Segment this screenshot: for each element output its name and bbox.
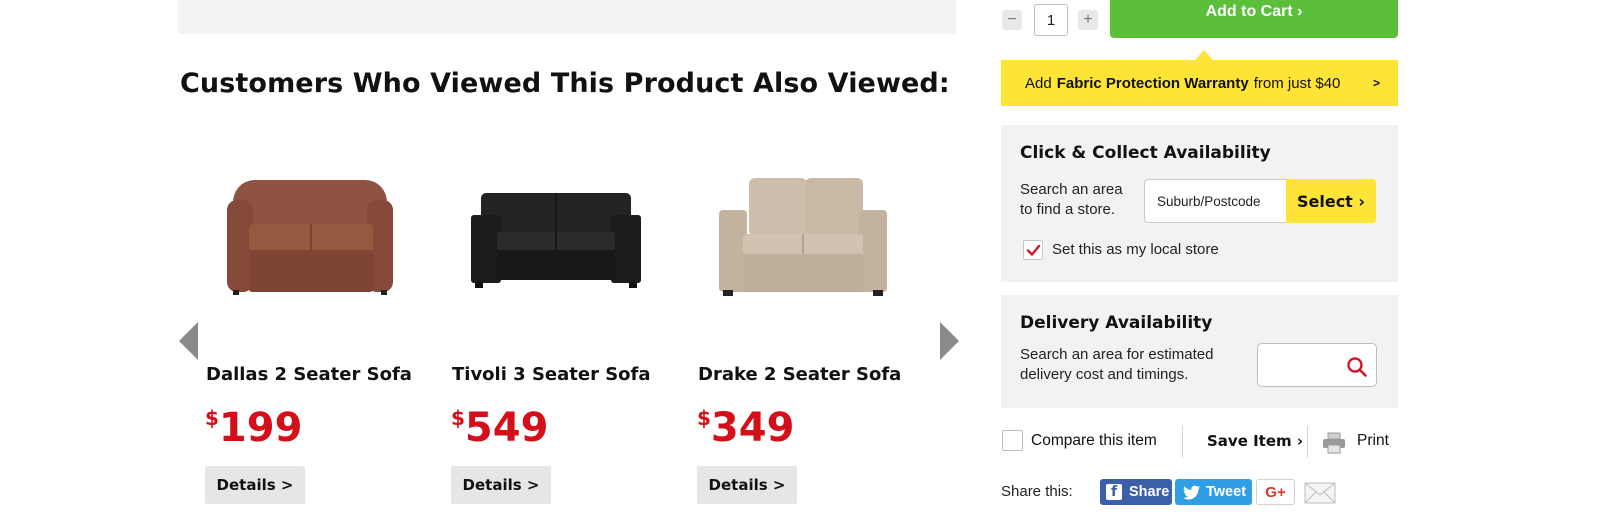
divider bbox=[1307, 426, 1308, 458]
price-amount: 349 bbox=[710, 405, 795, 451]
google-plus-label: G+ bbox=[1265, 483, 1286, 501]
click-collect-text-line2: to find a store. bbox=[1020, 201, 1116, 218]
delivery-text-line2: delivery cost and timings. bbox=[1020, 366, 1189, 383]
carousel-next-arrow-icon[interactable] bbox=[940, 322, 959, 360]
search-icon[interactable] bbox=[1346, 356, 1368, 378]
product-name[interactable]: Tivoli 3 Seater Sofa bbox=[452, 364, 651, 385]
price-currency: $ bbox=[451, 406, 465, 430]
print-link[interactable]: Print bbox=[1357, 432, 1389, 450]
save-item-link[interactable]: Save Item › bbox=[1207, 432, 1303, 450]
product-image-dallas[interactable] bbox=[205, 160, 415, 310]
email-icon[interactable] bbox=[1304, 481, 1336, 505]
delivery-panel: Delivery Availability Search an area for… bbox=[1001, 295, 1398, 408]
product-price: $199 bbox=[205, 406, 302, 450]
warranty-prefix: Add bbox=[1025, 74, 1052, 92]
google-plus-button[interactable]: G+ bbox=[1256, 479, 1295, 505]
select-store-button[interactable]: Select › bbox=[1286, 179, 1376, 223]
add-to-cart-button[interactable]: Add to Cart › bbox=[1110, 0, 1398, 38]
delivery-search-input[interactable] bbox=[1257, 343, 1377, 387]
facebook-icon: f bbox=[1106, 484, 1122, 500]
divider bbox=[1182, 426, 1183, 458]
click-collect-text-line1: Search an area bbox=[1020, 181, 1123, 198]
click-collect-title: Click & Collect Availability bbox=[1020, 143, 1271, 163]
checkmark-icon bbox=[1026, 244, 1041, 256]
product-image-drake[interactable] bbox=[697, 160, 907, 310]
details-button-drake[interactable]: Details > bbox=[697, 466, 797, 504]
twitter-tweet-label: Tweet bbox=[1206, 484, 1247, 500]
twitter-tweet-button[interactable]: Tweet bbox=[1175, 479, 1252, 505]
product-name[interactable]: Dallas 2 Seater Sofa bbox=[206, 364, 412, 385]
delivery-title: Delivery Availability bbox=[1020, 313, 1213, 333]
product-card-dallas[interactable]: Dallas 2 Seater Sofa $199 Details > bbox=[205, 160, 415, 504]
top-grey-bar bbox=[178, 0, 956, 34]
product-name[interactable]: Drake 2 Seater Sofa bbox=[698, 364, 901, 385]
delivery-text-line1: Search an area for estimated bbox=[1020, 346, 1214, 363]
price-currency: $ bbox=[205, 406, 219, 430]
printer-icon[interactable] bbox=[1322, 432, 1346, 454]
suburb-postcode-input[interactable] bbox=[1144, 179, 1286, 223]
details-button-dallas[interactable]: Details > bbox=[205, 466, 305, 504]
product-image-tivoli[interactable] bbox=[451, 160, 661, 310]
price-amount: 199 bbox=[218, 405, 303, 451]
price-currency: $ bbox=[697, 406, 711, 430]
product-price: $349 bbox=[697, 406, 794, 450]
product-price: $549 bbox=[451, 406, 548, 450]
minus-icon[interactable]: − bbox=[1002, 10, 1022, 30]
price-amount: 549 bbox=[464, 405, 549, 451]
warranty-name: Fabric Protection Warranty bbox=[1056, 74, 1249, 92]
facebook-share-button[interactable]: f Share bbox=[1100, 479, 1172, 505]
chevron-right-icon: > bbox=[1372, 76, 1380, 90]
warranty-suffix: from just $40 bbox=[1253, 74, 1341, 92]
product-card-drake[interactable]: Drake 2 Seater Sofa $349 Details > bbox=[697, 160, 907, 504]
click-collect-panel: Click & Collect Availability Search an a… bbox=[1001, 125, 1398, 282]
carousel-prev-arrow-icon[interactable] bbox=[179, 322, 198, 360]
twitter-bird-icon bbox=[1183, 485, 1200, 499]
facebook-share-label: Share bbox=[1129, 484, 1170, 500]
compare-label[interactable]: Compare this item bbox=[1031, 432, 1157, 450]
warranty-notch bbox=[1195, 50, 1213, 60]
local-store-checkbox[interactable] bbox=[1023, 240, 1043, 260]
product-card-tivoli[interactable]: Tivoli 3 Seater Sofa $549 Details > bbox=[451, 160, 661, 504]
warranty-link[interactable]: Add Fabric Protection Warranty from just… bbox=[1001, 60, 1398, 106]
share-label: Share this: bbox=[1001, 483, 1073, 500]
quantity-input[interactable] bbox=[1034, 4, 1068, 36]
compare-checkbox[interactable] bbox=[1002, 430, 1023, 451]
details-button-tivoli[interactable]: Details > bbox=[451, 466, 551, 504]
local-store-label: Set this as my local store bbox=[1052, 241, 1219, 258]
plus-icon[interactable]: + bbox=[1078, 10, 1098, 30]
section-title: Customers Who Viewed This Product Also V… bbox=[180, 68, 950, 99]
